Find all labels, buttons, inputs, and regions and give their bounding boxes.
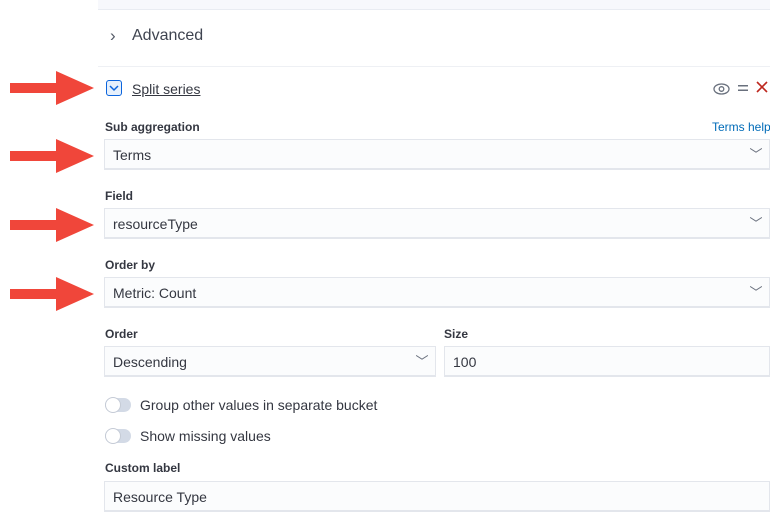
order-value: Descending (113, 354, 187, 370)
custom-label-label: Custom label (105, 461, 181, 475)
cross-icon (756, 81, 768, 93)
panel-divider (98, 66, 770, 67)
sub-aggregation-label: Sub aggregation (105, 120, 200, 134)
order-select[interactable]: Descending ﹀ (104, 346, 436, 377)
sub-aggregation-select[interactable]: Terms ﹀ (104, 139, 770, 170)
arrow-right-icon (0, 71, 96, 105)
chevron-down-icon: ﹀ (749, 285, 763, 300)
top-strip (98, 0, 770, 9)
terms-help-link[interactable]: Terms help (712, 120, 770, 134)
drag-handle-icon[interactable] (737, 81, 749, 95)
size-value: 100 (453, 354, 477, 370)
field-select[interactable]: resourceType ﹀ (104, 208, 770, 239)
chevron-down-icon (109, 84, 119, 91)
eye-icon[interactable] (713, 82, 730, 96)
switch-knob (105, 397, 121, 413)
arrow-right-icon (0, 139, 96, 173)
chevron-down-icon: ﹀ (749, 216, 763, 231)
arrow-right-icon (0, 277, 96, 311)
order-by-value: Metric: Count (113, 285, 197, 301)
order-by-select[interactable]: Metric: Count ﹀ (104, 277, 770, 308)
group-other-label: Group other values in separate bucket (140, 397, 378, 413)
order-by-label: Order by (105, 258, 156, 272)
divider (98, 9, 770, 10)
group-other-switch[interactable] (105, 397, 131, 413)
field-label: Field (105, 189, 134, 203)
field-value: resourceType (113, 216, 198, 232)
arrow-right-icon (0, 208, 96, 242)
remove-agg-button[interactable] (755, 79, 769, 95)
custom-label-value: Resource Type (113, 489, 207, 505)
switch-knob (105, 428, 121, 444)
size-input[interactable]: 100 (444, 346, 770, 377)
custom-label-input[interactable]: Resource Type (104, 481, 770, 512)
chevron-right-icon[interactable]: › (110, 26, 124, 46)
chevron-down-icon: ﹀ (415, 354, 429, 369)
size-label: Size (444, 327, 469, 341)
split-series-collapse-button[interactable] (106, 80, 122, 96)
advanced-toggle[interactable]: Advanced (132, 26, 203, 46)
show-missing-switch[interactable] (105, 428, 131, 444)
sub-aggregation-value: Terms (113, 147, 152, 163)
chevron-down-icon: ﹀ (749, 147, 763, 162)
order-label: Order (105, 327, 138, 341)
split-series-title[interactable]: Split series (132, 80, 200, 98)
show-missing-label: Show missing values (140, 428, 271, 444)
